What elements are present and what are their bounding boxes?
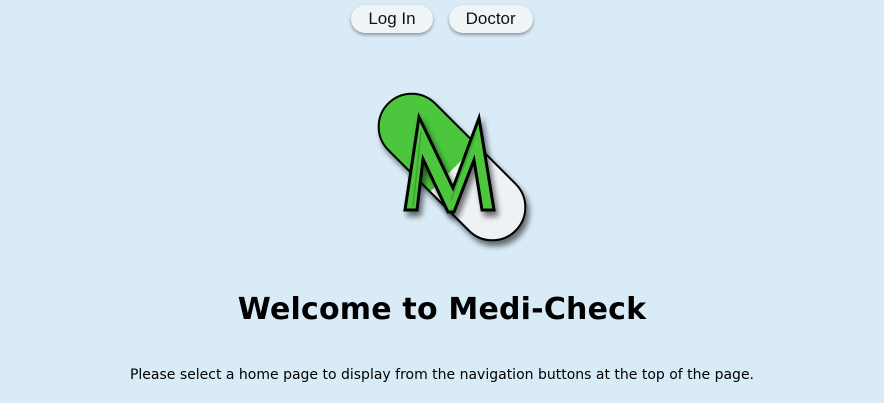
page-instructions: Please select a home page to display fro…: [129, 367, 755, 383]
login-button[interactable]: Log In: [351, 5, 433, 33]
medi-check-logo: [350, 60, 560, 270]
top-navigation: Log In Doctor: [0, 5, 884, 33]
page-title: Welcome to Medi-Check: [237, 292, 647, 327]
pill-logo-icon: [365, 80, 539, 254]
doctor-button[interactable]: Doctor: [448, 5, 533, 33]
page: Log In Doctor Welcome to Medi-Check Plea…: [0, 0, 884, 403]
